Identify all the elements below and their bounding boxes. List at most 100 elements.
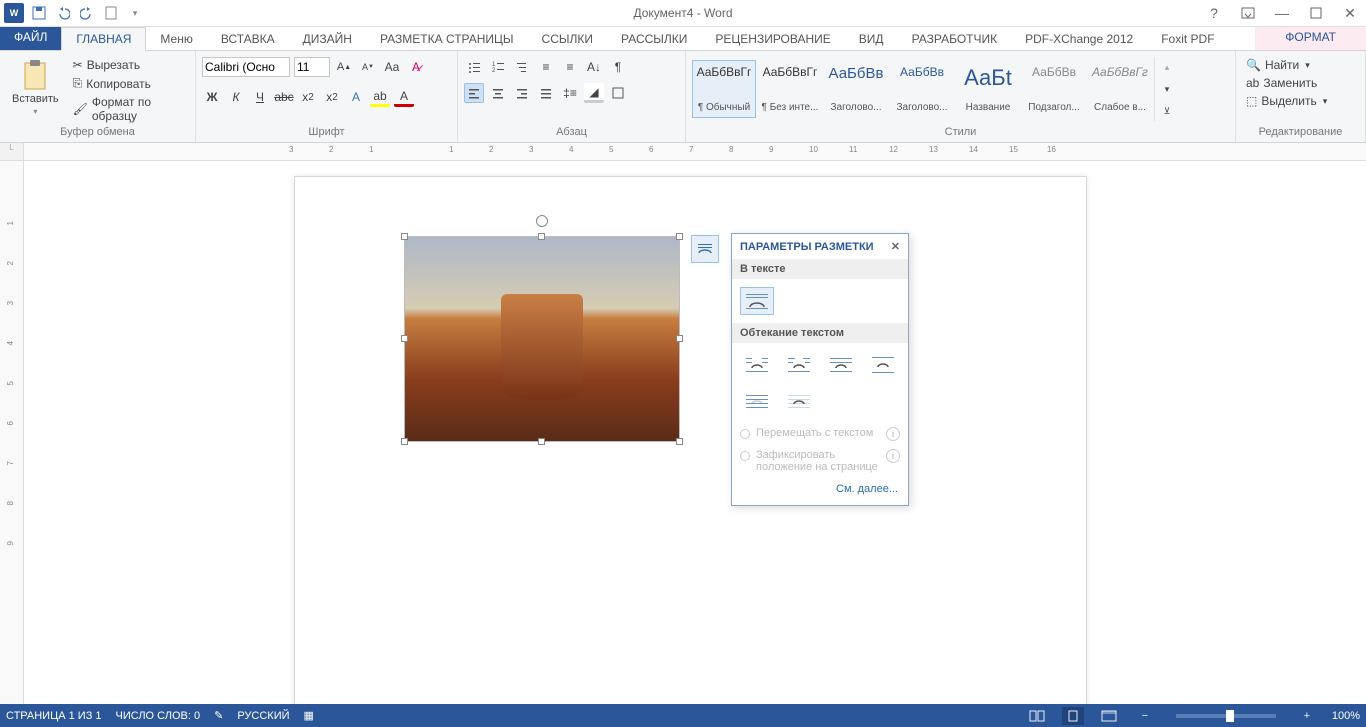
format-painter-button[interactable]: 🖌Формат по образцу (69, 94, 189, 124)
view-read-icon[interactable] (1026, 707, 1048, 725)
styles-more-icon[interactable]: ⊻ (1157, 101, 1177, 121)
tab-view[interactable]: ВИД (845, 28, 898, 50)
selected-image[interactable] (405, 237, 679, 441)
style-heading1[interactable]: АаБбВвЗаголово... (824, 60, 888, 118)
resize-handle[interactable] (401, 335, 408, 342)
qat-dropdown-icon[interactable]: ▾ (126, 4, 144, 22)
close-icon[interactable]: ✕ (1338, 3, 1362, 23)
save-icon[interactable] (30, 4, 48, 22)
wrap-through[interactable] (824, 351, 858, 379)
status-page[interactable]: СТРАНИЦА 1 ИЗ 1 (6, 710, 102, 722)
subscript-icon[interactable]: x2 (298, 87, 318, 107)
change-case-icon[interactable]: Aa (382, 57, 402, 77)
tab-menu[interactable]: Меню (146, 28, 206, 50)
help-icon[interactable]: ? (1202, 3, 1226, 23)
indent-dec-icon[interactable]: ≡ (536, 57, 556, 77)
tab-home[interactable]: ГЛАВНАЯ (61, 27, 146, 51)
tab-mailings[interactable]: РАССЫЛКИ (607, 28, 701, 50)
tab-file[interactable]: ФАЙЛ (0, 24, 61, 50)
macro-icon[interactable]: ▦ (304, 709, 314, 722)
status-words[interactable]: ЧИСЛО СЛОВ: 0 (116, 710, 201, 722)
styles-up-icon[interactable]: ▴ (1157, 57, 1177, 77)
indent-inc-icon[interactable]: ≡ (560, 57, 580, 77)
new-doc-icon[interactable] (102, 4, 120, 22)
minimize-icon[interactable]: — (1270, 3, 1294, 23)
bold-icon[interactable]: Ж (202, 87, 222, 107)
tab-developer[interactable]: РАЗРАБОТЧИК (898, 28, 1012, 50)
superscript-icon[interactable]: x2 (322, 87, 342, 107)
align-center-icon[interactable] (488, 83, 508, 103)
font-name-input[interactable] (202, 57, 290, 77)
wrap-tight[interactable] (782, 351, 816, 379)
info-icon[interactable]: i (886, 427, 900, 441)
style-heading2[interactable]: АаБбВвЗаголово... (890, 60, 954, 118)
shading-icon[interactable]: ◢ (584, 83, 604, 103)
spellcheck-icon[interactable]: ✎ (214, 709, 223, 722)
resize-handle[interactable] (401, 438, 408, 445)
font-size-input[interactable] (294, 57, 330, 77)
sort-icon[interactable]: A↓ (584, 57, 604, 77)
wrap-square[interactable] (740, 351, 774, 379)
copy-button[interactable]: ⎘Копировать (69, 75, 189, 92)
bullets-icon[interactable] (464, 57, 484, 77)
resize-handle[interactable] (676, 335, 683, 342)
maximize-icon[interactable] (1304, 3, 1328, 23)
resize-handle[interactable] (676, 438, 683, 445)
shrink-font-icon[interactable]: A▼ (358, 57, 378, 77)
layout-options-button[interactable] (691, 235, 719, 263)
zoom-out-icon[interactable]: − (1134, 707, 1156, 725)
redo-icon[interactable] (78, 4, 96, 22)
ruler-vertical[interactable]: 1 2 3 4 5 6 7 8 9 (0, 161, 24, 704)
info-icon[interactable]: i (886, 449, 900, 463)
style-subtle[interactable]: АаБбВвГгСлабое в... (1088, 60, 1152, 118)
close-icon[interactable]: ✕ (891, 240, 900, 253)
show-marks-icon[interactable]: ¶ (608, 57, 628, 77)
wrap-front[interactable] (782, 387, 816, 415)
zoom-in-icon[interactable]: + (1296, 707, 1318, 725)
find-button[interactable]: 🔍Найти▾ (1242, 57, 1331, 73)
text-effects-icon[interactable]: A (346, 87, 366, 107)
tab-review[interactable]: РЕЦЕНЗИРОВАНИЕ (701, 28, 844, 50)
tab-format[interactable]: ФОРМАТ (1255, 24, 1366, 50)
style-subtitle[interactable]: АаБбВвПодзагол... (1022, 60, 1086, 118)
rotate-handle[interactable] (536, 215, 548, 227)
see-more-link[interactable]: См. далее... (732, 477, 908, 505)
wrap-topbottom[interactable] (866, 351, 900, 379)
font-color-icon[interactable]: A (394, 87, 414, 107)
resize-handle[interactable] (538, 438, 545, 445)
resize-handle[interactable] (538, 233, 545, 240)
cut-button[interactable]: ✂Вырезать (69, 57, 189, 73)
zoom-slider[interactable] (1176, 714, 1276, 718)
view-print-icon[interactable] (1062, 707, 1084, 725)
resize-handle[interactable] (676, 233, 683, 240)
tab-references[interactable]: ССЫЛКИ (528, 28, 607, 50)
undo-icon[interactable] (54, 4, 72, 22)
strike-icon[interactable]: abc (274, 87, 294, 107)
multilevel-icon[interactable] (512, 57, 532, 77)
line-spacing-icon[interactable]: ‡≡ (560, 83, 580, 103)
wrap-behind[interactable] (740, 387, 774, 415)
highlight-icon[interactable]: ab (370, 87, 390, 107)
clear-format-icon[interactable]: A̷ (406, 57, 426, 77)
underline-icon[interactable]: Ч (250, 87, 270, 107)
paste-button[interactable]: Вставить ▾ (6, 57, 65, 118)
resize-handle[interactable] (401, 233, 408, 240)
ribbon-options-icon[interactable] (1236, 3, 1260, 23)
select-button[interactable]: ⬚Выделить▾ (1242, 93, 1331, 109)
justify-icon[interactable] (536, 83, 556, 103)
tab-foxit[interactable]: Foxit PDF (1147, 28, 1228, 50)
numbering-icon[interactable]: 12 (488, 57, 508, 77)
tab-pdfxchange[interactable]: PDF-XChange 2012 (1011, 28, 1147, 50)
italic-icon[interactable]: К (226, 87, 246, 107)
grow-font-icon[interactable]: A▲ (334, 57, 354, 77)
tab-insert[interactable]: ВСТАВКА (207, 28, 289, 50)
ruler-horizontal[interactable]: 3 2 1 1 2 3 4 5 6 7 8 9 10 11 12 13 14 1… (24, 143, 1366, 161)
styles-down-icon[interactable]: ▾ (1157, 79, 1177, 99)
status-lang[interactable]: РУССКИЙ (237, 710, 289, 722)
style-title[interactable]: АаБtНазвание (956, 60, 1020, 118)
tab-layout[interactable]: РАЗМЕТКА СТРАНИЦЫ (366, 28, 528, 50)
borders-icon[interactable] (608, 83, 628, 103)
zoom-level[interactable]: 100% (1332, 710, 1360, 722)
align-left-icon[interactable] (464, 83, 484, 103)
tab-design[interactable]: ДИЗАЙН (289, 28, 366, 50)
